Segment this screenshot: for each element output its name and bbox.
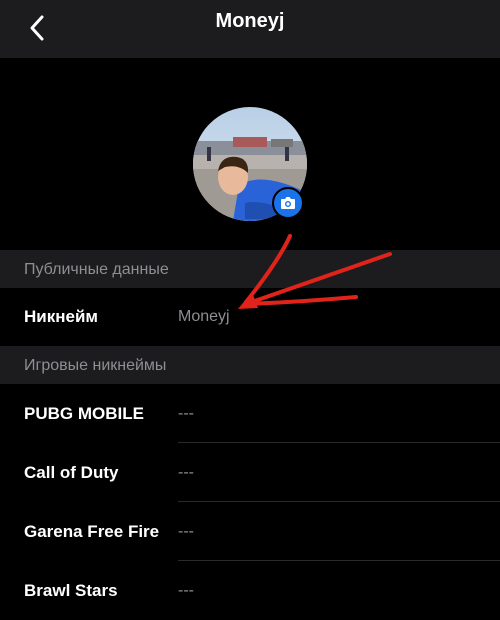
game-label: Garena Free Fire — [24, 522, 160, 541]
nickname-row[interactable]: Никнейм Moneyj — [0, 288, 500, 346]
game-row-call-of-duty[interactable]: Call of Duty --- — [0, 444, 500, 502]
game-label: Brawl Stars — [24, 581, 118, 600]
game-label: Call of Duty — [24, 463, 119, 482]
nickname-label: Никнейм — [24, 307, 98, 326]
game-nickname-value[interactable]: --- — [178, 405, 194, 423]
row-divider — [178, 442, 500, 443]
game-nickname-value[interactable]: --- — [178, 464, 194, 482]
avatar-container[interactable] — [193, 107, 307, 221]
change-photo-button[interactable] — [272, 187, 304, 219]
game-row-free-fire[interactable]: Garena Free Fire --- — [0, 503, 500, 561]
game-nickname-value[interactable]: --- — [178, 582, 194, 600]
section-title-public: Публичные данные — [24, 261, 169, 278]
page-title: Moneyj — [215, 10, 285, 32]
row-divider — [178, 560, 500, 561]
game-row-pubg[interactable]: PUBG MOBILE --- — [0, 385, 500, 443]
top-bar: Moneyj — [0, 0, 500, 58]
nickname-value[interactable]: Moneyj — [178, 308, 230, 326]
section-title-games: Игровые никнеймы — [24, 357, 167, 374]
section-header-public: Публичные данные — [0, 250, 500, 288]
camera-icon — [281, 197, 295, 209]
game-nickname-value[interactable]: --- — [178, 523, 194, 541]
section-header-games: Игровые никнеймы — [0, 346, 500, 384]
game-label: PUBG MOBILE — [24, 404, 144, 423]
game-row-brawl-stars[interactable]: Brawl Stars --- — [0, 562, 500, 620]
row-divider — [178, 501, 500, 502]
